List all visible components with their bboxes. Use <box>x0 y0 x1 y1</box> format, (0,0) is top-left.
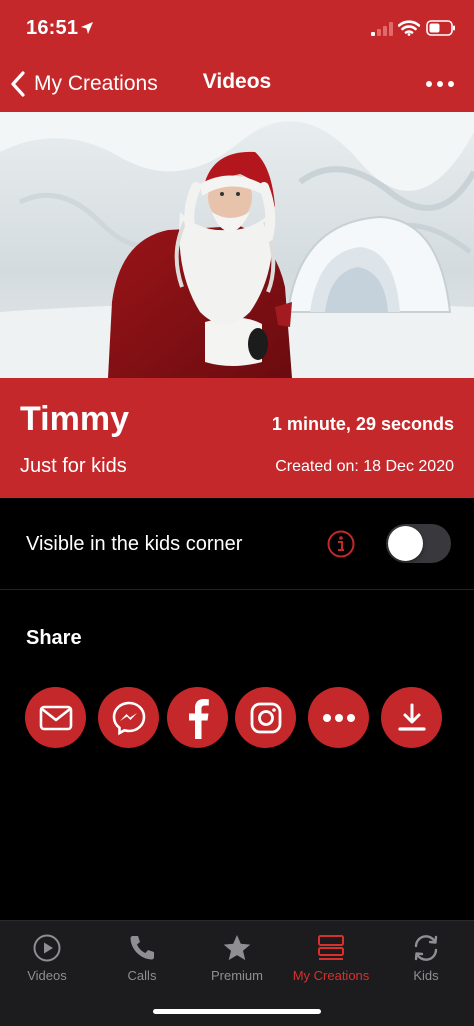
facebook-icon <box>188 698 209 739</box>
tab-label: Premium <box>210 968 263 983</box>
refresh-icon <box>414 935 438 961</box>
chevron-left-icon <box>11 71 25 97</box>
kids-corner-toggle[interactable] <box>386 524 451 563</box>
more-icon <box>322 713 355 722</box>
status-time: 16:51 <box>26 17 79 39</box>
share-section-title: Share <box>26 627 82 649</box>
kids-corner-row: Visible in the kids corner <box>0 498 474 590</box>
tab-calls[interactable]: Calls <box>95 933 189 993</box>
star-icon <box>223 935 251 961</box>
play-circle-icon <box>33 934 61 962</box>
video-title: Timmy <box>20 400 129 438</box>
instagram-icon <box>250 702 281 733</box>
video-duration: 1 minute, 29 seconds <box>271 414 454 434</box>
share-messenger-button[interactable] <box>98 687 159 748</box>
tab-kids[interactable]: Kids <box>379 933 473 993</box>
download-icon <box>397 703 426 731</box>
share-email-button[interactable] <box>25 687 86 748</box>
share-download-button[interactable] <box>381 687 442 748</box>
tab-label: Videos <box>27 968 67 983</box>
back-button[interactable]: My Creations <box>8 68 158 100</box>
tab-label: Kids <box>413 968 439 983</box>
kids-corner-label: Visible in the kids corner <box>26 533 243 555</box>
location-arrow-icon <box>81 22 93 34</box>
video-created-date: Created on: 18 Dec 2020 <box>275 458 454 475</box>
share-more-button[interactable] <box>308 687 369 748</box>
wifi-icon <box>398 20 420 36</box>
more-horizontal-icon[interactable] <box>420 72 460 96</box>
status-bar: 16:51 <box>0 0 474 56</box>
tab-premium[interactable]: Premium <box>190 933 284 993</box>
creations-icon <box>318 935 344 960</box>
toggle-knob <box>388 526 423 561</box>
home-indicator[interactable] <box>153 1009 321 1014</box>
video-info-panel: Timmy Just for kids 1 minute, 29 seconds… <box>0 378 474 498</box>
share-instagram-button[interactable] <box>235 687 296 748</box>
video-thumbnail[interactable] <box>0 112 474 378</box>
tab-my-creations[interactable]: My Creations <box>284 933 378 993</box>
back-label: My Creations <box>34 72 158 95</box>
tab-label: My Creations <box>292 968 370 983</box>
messenger-icon <box>112 701 145 735</box>
phone-icon <box>130 936 154 960</box>
tab-videos[interactable]: Videos <box>0 933 94 993</box>
info-icon[interactable] <box>326 529 356 559</box>
battery-icon <box>426 20 455 36</box>
video-subtitle: Just for kids <box>20 455 127 477</box>
email-icon <box>39 705 72 730</box>
video-frame-image <box>0 112 474 378</box>
cellular-signal-icon <box>371 22 393 36</box>
share-facebook-button[interactable] <box>167 687 228 748</box>
tab-label: Calls <box>127 968 157 983</box>
navigation-bar: My Creations Videos <box>0 56 474 112</box>
